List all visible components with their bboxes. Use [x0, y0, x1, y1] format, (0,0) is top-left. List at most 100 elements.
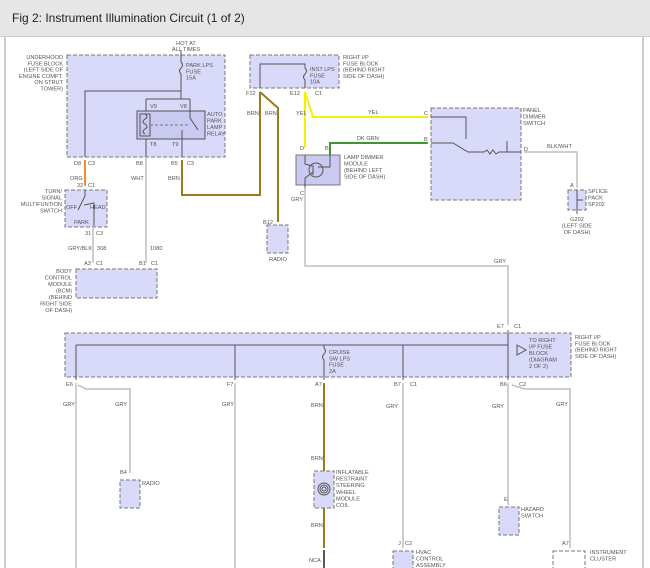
- turn-signal-switch-label: SIGNAL: [41, 196, 62, 202]
- switch-positions-head-label: HEAD: [90, 205, 106, 211]
- instrument-cluster-label: INSTRUMENT: [590, 550, 627, 556]
- restraint-coil-label: RESTRAINT: [336, 477, 368, 483]
- bottom-connectors-f7-label: F7: [227, 382, 234, 388]
- radio-bottom-label: RADIO: [142, 481, 160, 487]
- auto-park-lamp-relay-label: LAMP: [207, 125, 223, 131]
- panel-dimmer-switch-label: SWITCH: [523, 121, 545, 127]
- dk-grn-wire: [329, 142, 428, 155]
- underhood-connectors-c3b-label: C3: [187, 161, 194, 167]
- bottom-connectors-c2-label: C2: [519, 382, 526, 388]
- bcm-label: OF DASH): [45, 308, 72, 314]
- park-lps-fuse-label: FUSE: [186, 69, 201, 75]
- underhood-fuse-block-label: UNDERHOOD: [26, 55, 63, 61]
- bottom-wires-brn2-label: BRN: [311, 456, 323, 462]
- gry-wire-run: [304, 188, 509, 325]
- relay-pins-t8-label: T8: [150, 142, 157, 148]
- bottom-wires-nca-label: NCA: [309, 558, 321, 564]
- bottom-connectors-a7-label: A7: [315, 382, 322, 388]
- to-right-ip-label: (DIAGRAM: [529, 358, 557, 364]
- switch-positions-off-label: OFF: [66, 205, 78, 211]
- ip-connectors-c1-label: C1: [315, 91, 322, 97]
- underhood-fuse-block-label: TOWER): [40, 87, 63, 93]
- right-ip-fuse-block-bottom-label: SIDE OF DASH): [575, 354, 616, 360]
- inst-lps-fuse-label: FUSE: [310, 73, 325, 79]
- cruise-fuse-label: CRUISE: [329, 350, 350, 356]
- hazard-pin-label: E: [504, 497, 508, 503]
- bcm-label: CONTROL: [45, 276, 72, 282]
- bottom-wires-gry4-label: GRY: [386, 404, 398, 410]
- auto-park-lamp-relay-label: PARK: [207, 119, 222, 125]
- cruise-fuse-label: SW LPS: [329, 356, 350, 362]
- bcm-label: (BCM): [56, 289, 72, 295]
- panel-pins-c-label: C: [424, 111, 428, 117]
- instrument-cluster: [552, 550, 586, 568]
- bcm-connectors-b1-label: B1: [139, 261, 146, 267]
- restraint-coil-label: COIL: [336, 503, 349, 509]
- turn-signal-connectors-p32-label: 32: [77, 183, 83, 189]
- turn-signal-switch-label: MULTIFUNTION: [21, 202, 62, 208]
- bcm-connectors-c1a-label: C1: [96, 261, 103, 267]
- bottom-wires-gry6-label: GRY: [556, 402, 568, 408]
- panel-dimmer-switch-label: DIMMER: [523, 115, 546, 121]
- auto-park-lamp-relay-label: AUTO: [207, 112, 223, 118]
- lamp-dimmer-pins-d-label: D: [300, 146, 304, 152]
- radio-top: [266, 224, 289, 254]
- wire-gry-run-label: GRY: [494, 259, 506, 265]
- bottom-wires-brn3-label: BRN: [311, 523, 323, 529]
- hvac-control-assembly: [392, 550, 414, 568]
- turn-signal-switch-label: TURN/: [45, 189, 63, 195]
- turn-signal-switch-label: SWITCH: [40, 209, 62, 215]
- park-lps-fuse-label: 15A: [186, 76, 196, 82]
- turn-signal-connectors-c3-label: C3: [96, 231, 103, 237]
- inst-lps-fuse-label: 10A: [310, 80, 320, 86]
- hvac-label: ASSEMBLY: [416, 563, 446, 568]
- hazard-switch-label: HAZARD: [521, 507, 544, 513]
- restraint-coil-label: MODULE: [336, 496, 360, 502]
- wire-brn2-label: BRN: [247, 111, 259, 117]
- panel-dimmer-switch-label: PANEL: [523, 108, 541, 114]
- underhood-connectors-b8-label: B8: [136, 161, 143, 167]
- restraint-coil-label: WHEEL: [336, 490, 356, 496]
- bcm-label: BODY: [56, 269, 72, 275]
- wiring-diagram: HOT ATALL TIMESUNDERHOODFUSE BLOCK(LEFT …: [4, 37, 644, 568]
- relay-pins-v8-label: V8: [180, 104, 187, 110]
- radio-top-label: RADIO: [269, 257, 287, 263]
- wire-wht-label: WHT: [131, 176, 144, 182]
- auto-park-lamp-relay-label: RELAY: [207, 132, 225, 138]
- underhood-fuse-block-label: ON STRUT: [34, 80, 63, 86]
- hazard-switch: [498, 506, 520, 536]
- lamp-dimmer-module-label: LAMP DIMMER: [344, 155, 383, 161]
- to-right-ip-label: I/P FUSE: [529, 345, 552, 351]
- ip-connectors-e12-label: E12: [290, 91, 300, 97]
- e7c1-c1-label: C1: [514, 324, 521, 330]
- underhood-fuse-block-label: ENGINE COMPT.: [19, 74, 64, 80]
- cruise-fuse-label: FUSE: [329, 363, 344, 369]
- circuit-308-label: 308: [97, 246, 106, 252]
- right-ip-fuse-block-top-label: FUSE BLOCK: [343, 61, 379, 67]
- restraint-coil-label: INFLATABLE: [336, 470, 369, 476]
- bottom-wires-gry1-label: GRY: [63, 402, 75, 408]
- hazard-switch-label: SWITCH: [521, 514, 543, 520]
- wire-grybl-label: GRY/BLK: [68, 246, 92, 252]
- bcm-label: MODULE: [48, 282, 72, 288]
- instrument-cluster-label: CLUSTER: [590, 557, 616, 563]
- right-ip-fuse-block-bottom-label: RIGHT I/P: [575, 335, 601, 341]
- hvac-label: HVAC: [416, 550, 431, 556]
- right-ip-fuse-block-top-label: (BEHIND RIGHT: [343, 68, 386, 74]
- panel-dimmer-switch: [430, 107, 522, 201]
- bottom-connectors-e6-label: E6: [66, 382, 73, 388]
- ground-label: OF DASH): [564, 230, 591, 236]
- wire-gry-c-label: GRY: [291, 197, 303, 203]
- inst-lps-fuse-label: INST LPS: [310, 67, 335, 73]
- bottom-wires-gry5-label: GRY: [492, 404, 504, 410]
- cluster-pin-label: A7: [562, 541, 569, 547]
- radio-bottom: [119, 479, 141, 509]
- splice-pack-label: SPLICE: [588, 189, 608, 195]
- relay-pins-v9-label: V9: [150, 104, 157, 110]
- ground-label: G202: [570, 217, 584, 223]
- underhood-connectors-c3a-label: C3: [88, 161, 95, 167]
- body-control-module: [75, 268, 158, 299]
- turn-signal-connectors-p31-label: 31: [85, 231, 91, 237]
- ip-connectors-f12-label: F12: [246, 91, 256, 97]
- bcm-label: RIGHT SIDE: [40, 302, 72, 308]
